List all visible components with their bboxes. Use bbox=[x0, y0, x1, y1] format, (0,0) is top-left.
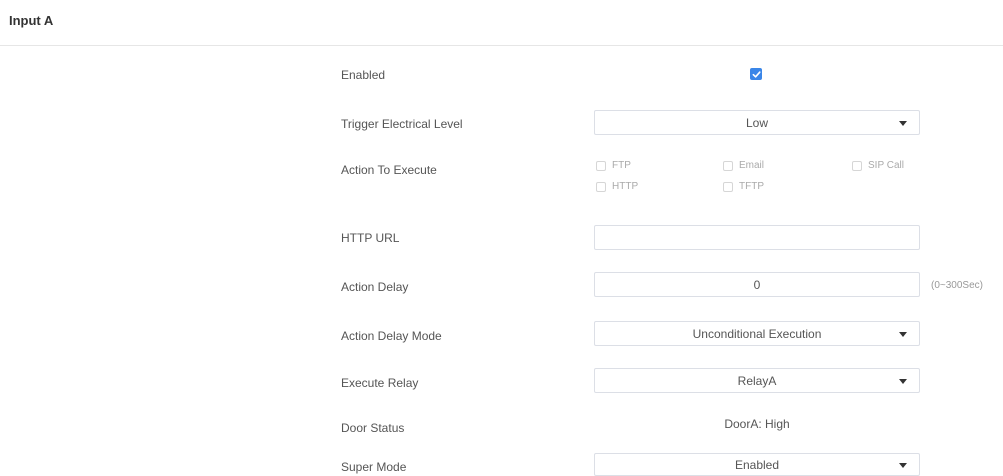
super-mode-label: Super Mode bbox=[341, 460, 407, 474]
action-delay-hint: (0~300Sec) bbox=[931, 280, 983, 291]
action-delay-mode-value: Unconditional Execution bbox=[692, 326, 822, 341]
section-title: Input A bbox=[9, 13, 54, 28]
caret-down-icon bbox=[899, 120, 907, 126]
action-delay-mode-label: Action Delay Mode bbox=[341, 329, 442, 343]
trigger-level-label: Trigger Electrical Level bbox=[341, 117, 463, 131]
execute-relay-value: RelayA bbox=[737, 373, 777, 388]
caret-down-icon bbox=[899, 462, 907, 468]
option-label: FTP bbox=[612, 160, 631, 171]
check-icon bbox=[752, 70, 761, 78]
execute-relay-label: Execute Relay bbox=[341, 376, 419, 390]
action-delay-mode-select[interactable]: Unconditional Execution bbox=[594, 321, 920, 346]
action-option-ftp[interactable]: FTP bbox=[596, 160, 631, 171]
http-url-label: HTTP URL bbox=[341, 231, 400, 245]
caret-down-icon bbox=[899, 378, 907, 384]
checkbox[interactable] bbox=[723, 160, 733, 171]
action-option-tftp[interactable]: TFTP bbox=[723, 181, 764, 192]
option-label: SIP Call bbox=[868, 160, 904, 171]
option-label: TFTP bbox=[739, 181, 764, 192]
checkbox[interactable] bbox=[596, 160, 606, 171]
checkbox[interactable] bbox=[852, 160, 862, 171]
action-delay-value: 0 bbox=[753, 277, 761, 292]
door-status-value: DoorA: High bbox=[724, 417, 790, 431]
super-mode-select[interactable]: Enabled bbox=[594, 453, 920, 476]
option-label: Email bbox=[739, 160, 765, 171]
action-delay-input[interactable]: 0 bbox=[594, 272, 920, 297]
http-url-input[interactable] bbox=[594, 225, 920, 250]
trigger-level-value: Low bbox=[745, 115, 768, 130]
action-option-http[interactable]: HTTP bbox=[596, 181, 638, 192]
trigger-level-select[interactable]: Low bbox=[594, 110, 920, 135]
checkbox[interactable] bbox=[723, 181, 733, 192]
section-divider bbox=[0, 45, 1003, 46]
action-option-sip-call[interactable]: SIP Call bbox=[852, 160, 904, 171]
enabled-label: Enabled bbox=[341, 68, 386, 82]
door-status-label: Door Status bbox=[341, 421, 405, 435]
super-mode-value: Enabled bbox=[734, 457, 780, 472]
checkbox[interactable] bbox=[596, 181, 606, 192]
action-option-email[interactable]: Email bbox=[723, 160, 764, 171]
action-delay-label: Action Delay bbox=[341, 280, 409, 294]
execute-relay-select[interactable]: RelayA bbox=[594, 368, 920, 393]
caret-down-icon bbox=[899, 331, 907, 337]
enabled-checkbox[interactable] bbox=[750, 68, 762, 80]
action-to-execute-label: Action To Execute bbox=[341, 163, 437, 177]
option-label: HTTP bbox=[612, 181, 639, 192]
